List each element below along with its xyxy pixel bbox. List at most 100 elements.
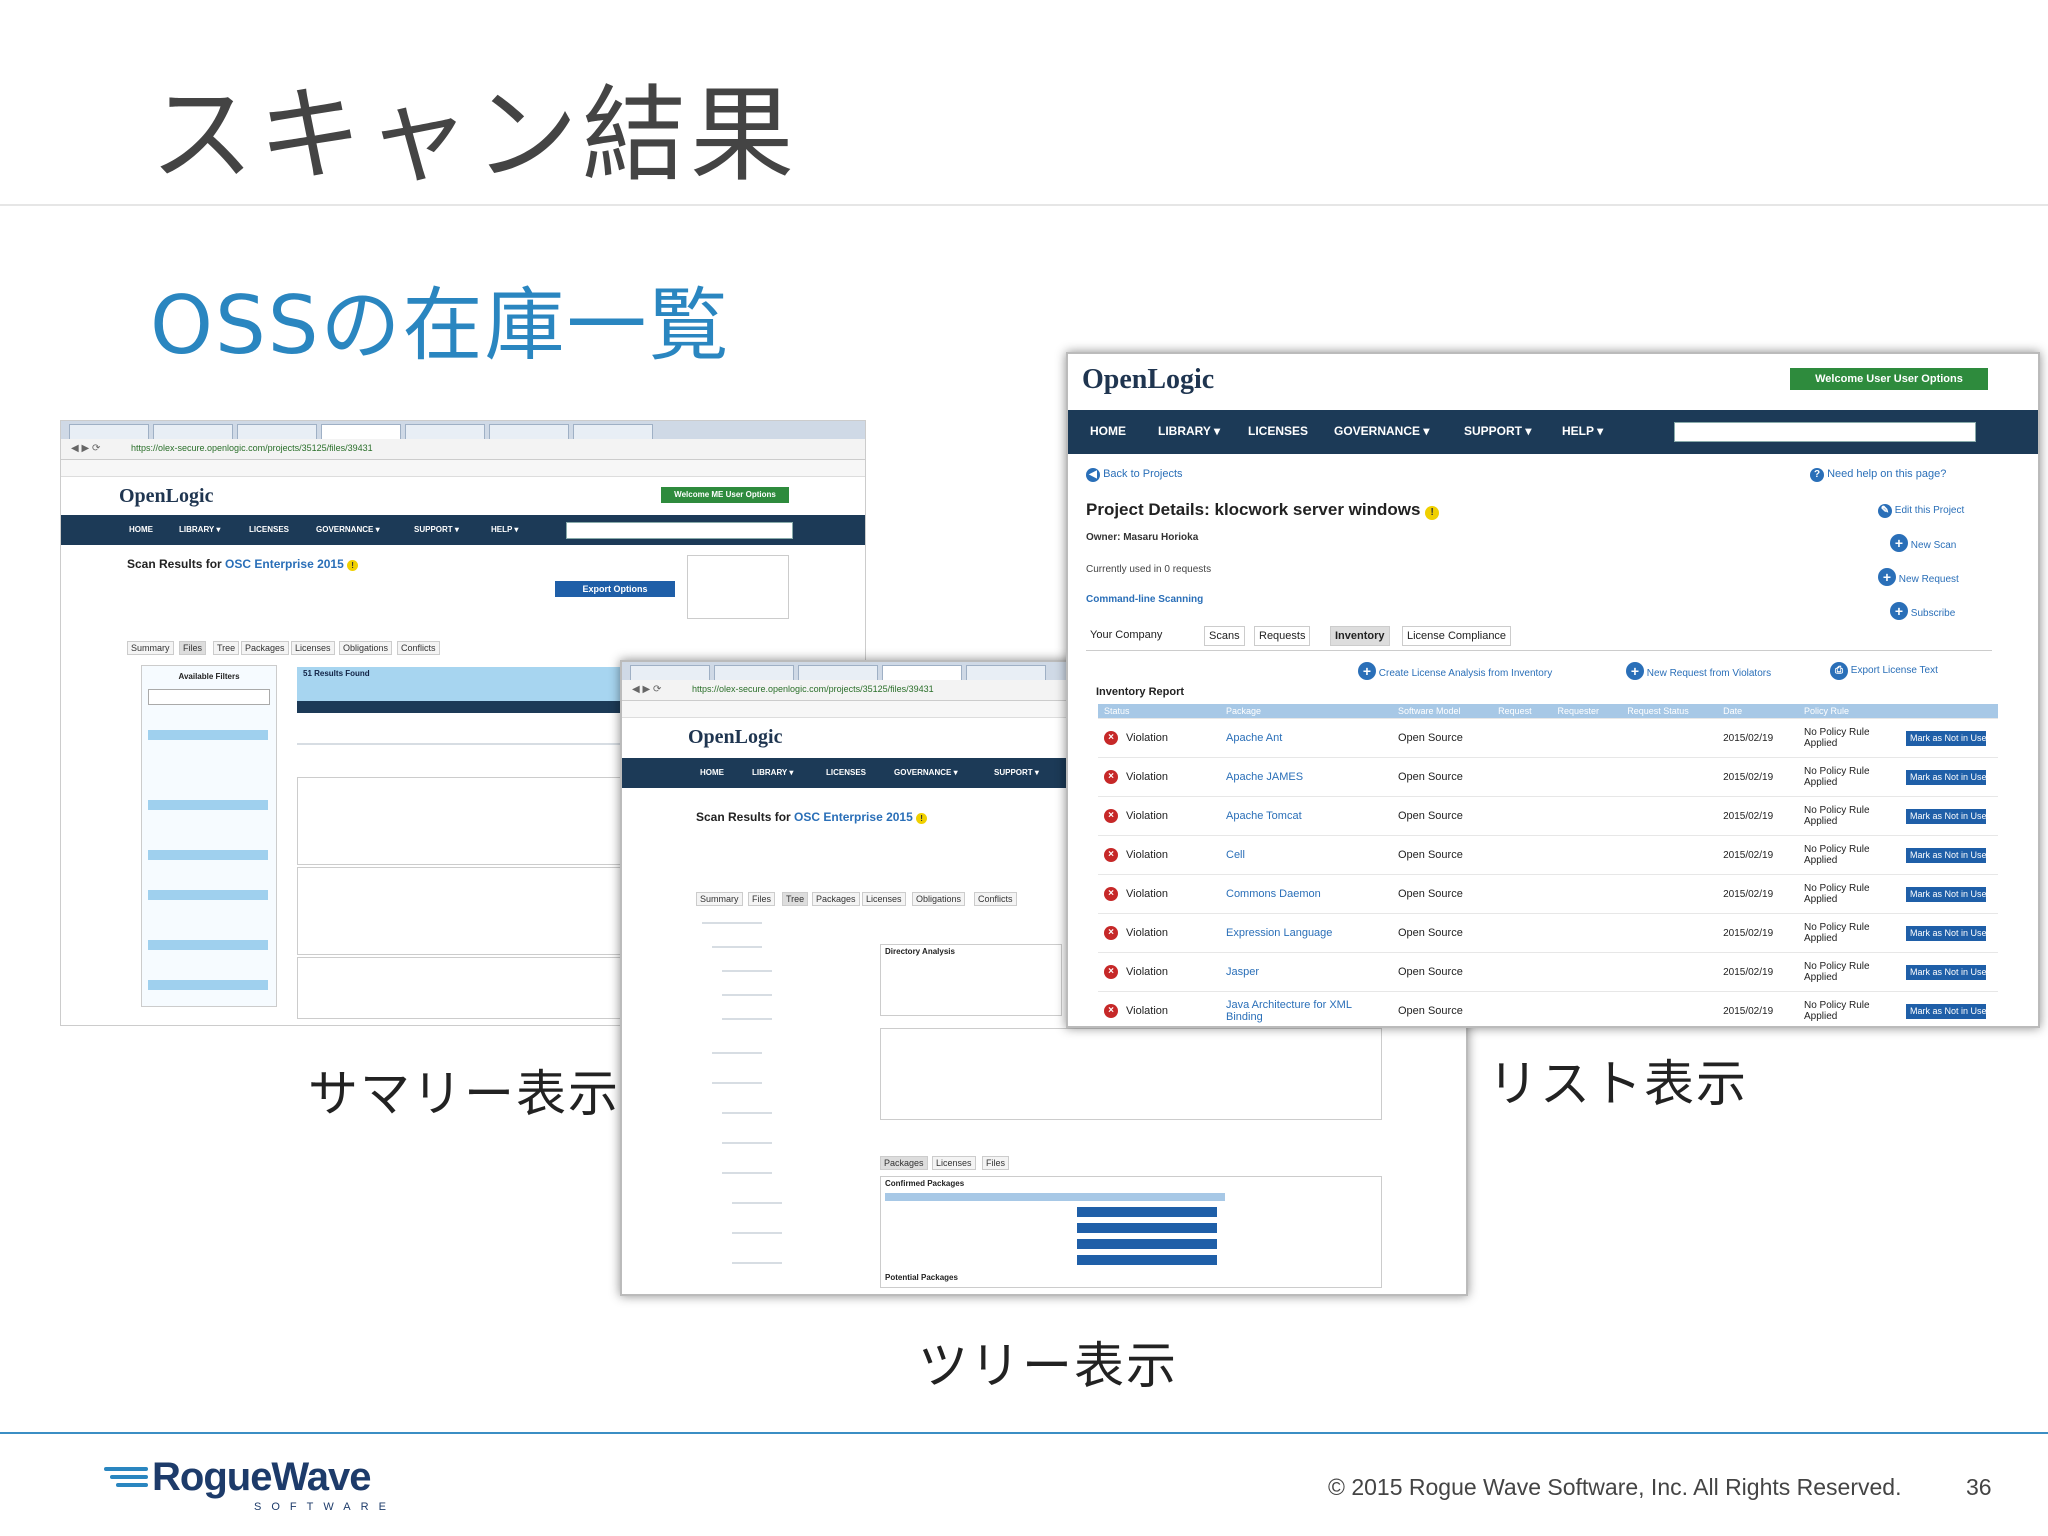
export-options-button[interactable]: Export Options [555,581,675,597]
table-row: × Violation Java Architecture for XML Bind… [1098,991,1998,1026]
new-request-from-violators-button[interactable]: + New Request from Violators [1626,662,1771,680]
tab-conflicts[interactable]: Conflicts [397,641,440,655]
tab-tree[interactable]: Tree [213,641,240,655]
nav-governance[interactable]: GOVERNANCE ▾ [316,525,380,534]
package-cell[interactable]: Apache Ant [1220,718,1392,758]
col-package[interactable]: Package [1220,704,1392,719]
tab-files-sub[interactable]: Files [982,1156,1010,1170]
policy-rule-cell: No Policy Rule Applied [1798,757,1900,797]
create-license-analysis-button[interactable]: + Create License Analysis from Inventory [1358,662,1552,680]
edit-project-button[interactable]: ✎ Edit this Project [1878,504,1964,518]
tab-scans[interactable]: Scans [1204,626,1245,646]
nav-home[interactable]: HOME [700,768,724,777]
tab-inventory[interactable]: Inventory [1330,626,1390,646]
mark-not-in-use-button[interactable]: Mark as Not in Use [1906,769,1987,785]
tab-packages[interactable]: Packages [241,641,289,655]
model-cell: Open Source [1392,874,1493,914]
tab-licenses[interactable]: Licenses [862,892,906,906]
nav-support[interactable]: SUPPORT ▾ [414,525,459,534]
back-to-projects-link[interactable]: ◀ Back to Projects [1086,468,1183,482]
nav-home[interactable]: HOME [129,525,153,534]
subscribe-button[interactable]: + Subscribe [1890,602,1955,620]
nav-help[interactable]: HELP ▾ [1562,424,1603,438]
tab-files[interactable]: Files [748,892,776,906]
nav-licenses[interactable]: LICENSES [826,768,866,777]
policy-rule-cell: No Policy Rule Applied [1798,874,1900,914]
mark-not-in-use-button[interactable]: Mark as Not in Use [1906,730,1987,746]
package-cell[interactable]: Apache JAMES [1220,757,1392,797]
mark-not-in-use-button[interactable]: Mark as Not in Use [1906,925,1987,941]
filters-title: Available Filters [178,672,240,681]
mark-not-in-use-button[interactable]: Mark as Not in Use [1906,886,1987,902]
nav-library[interactable]: LIBRARY ▾ [179,525,220,534]
new-scan-button[interactable]: + New Scan [1890,534,1956,552]
tab-packages-sub[interactable]: Packages [880,1156,928,1170]
tab-obligations[interactable]: Obligations [912,892,966,906]
result-card-1[interactable] [297,777,629,865]
main-nav: HOME LIBRARY ▾ LICENSES GOVERNANCE ▾ SUP… [61,515,865,545]
status-cell: × Violation [1098,835,1220,875]
date-cell: 2015/02/19 [1717,874,1798,914]
nav-library[interactable]: LIBRARY ▾ [1158,424,1220,438]
directory-tree[interactable] [702,922,802,1282]
package-cell[interactable]: Expression Language [1220,913,1392,953]
tab-summary[interactable]: Summary [127,641,174,655]
tab-conflicts[interactable]: Conflicts [974,892,1017,906]
col-request[interactable]: Request [1492,704,1552,719]
violation-icon: × [1104,1004,1118,1018]
tab-tree[interactable]: Tree [782,892,809,906]
caption-list-view: リスト表示 [1488,1055,1748,1113]
mark-not-in-use-button[interactable]: Mark as Not in Use [1906,847,1987,863]
tab-packages[interactable]: Packages [812,892,860,906]
result-card-2[interactable] [297,867,629,955]
package-cell[interactable]: Jasper [1220,952,1392,992]
export-license-text-button[interactable]: ⎙ Export License Text [1830,662,1938,680]
mark-not-in-use-button[interactable]: Mark as Not in Use [1906,808,1987,824]
nav-governance[interactable]: GOVERNANCE ▾ [894,768,958,777]
nav-support[interactable]: SUPPORT ▾ [1464,424,1531,438]
nav-licenses[interactable]: LICENSES [1248,424,1308,438]
nav-governance[interactable]: GOVERNANCE ▾ [1334,424,1429,438]
package-cell[interactable]: Java Architecture for XML Binding [1220,991,1392,1026]
command-line-scanning-link[interactable]: Command-line Scanning [1086,594,1203,605]
col-request-status[interactable]: Request Status [1621,704,1718,719]
tab-requests[interactable]: Requests [1254,626,1311,646]
policy-rule-cell: No Policy Rule Applied [1798,835,1900,875]
col-software-model[interactable]: Software Model [1392,704,1493,719]
col-policy-rule[interactable]: Policy Rule [1798,704,1900,719]
col-date[interactable]: Date [1717,704,1798,719]
policy-rule-cell: No Policy Rule Applied [1798,796,1900,836]
nav-search-input[interactable] [566,522,793,539]
table-row: × Violation Cell Open Source 2015/02/19 No Po… [1098,835,1998,875]
filter-search-input[interactable] [148,689,270,705]
col-status[interactable]: Status [1098,704,1220,719]
mark-not-in-use-button[interactable]: Mark as Not in Use [1906,964,1987,980]
tab-summary[interactable]: Summary [696,892,743,906]
package-cell[interactable]: Apache Tomcat [1220,796,1392,836]
nav-support[interactable]: SUPPORT ▾ [994,768,1039,777]
status-cell: × Violation [1098,913,1220,953]
new-request-button[interactable]: + New Request [1878,568,1959,586]
col-requester[interactable]: Requester [1551,704,1622,719]
tab-license-compliance[interactable]: License Compliance [1402,626,1512,646]
tab-obligations[interactable]: Obligations [339,641,393,655]
nav-help[interactable]: HELP ▾ [491,525,518,534]
tab-licenses-sub[interactable]: Licenses [932,1156,976,1170]
nav-home[interactable]: HOME [1090,424,1126,438]
site-header: OpenLogic Welcome ME User Options [61,477,865,515]
tab-your-company[interactable]: Your Company [1086,626,1166,644]
welcome-button[interactable]: Welcome User User Options [1790,368,1988,390]
result-card-3[interactable] [297,957,629,1019]
nav-licenses[interactable]: LICENSES [249,525,289,534]
tab-licenses[interactable]: Licenses [291,641,335,655]
address-bar[interactable]: ◀ ▶ ⟳ https://olex-secure.openlogic.com/… [61,439,865,460]
package-cell[interactable]: Commons Daemon [1220,874,1392,914]
nav-search-input[interactable] [1674,422,1976,442]
package-cell[interactable]: Cell [1220,835,1392,875]
help-link[interactable]: ? Need help on this page? [1810,468,1946,482]
tab-files[interactable]: Files [179,641,207,655]
welcome-button[interactable]: Welcome ME User Options [661,487,789,503]
nav-library[interactable]: LIBRARY ▾ [752,768,793,777]
slide-subtitle: OSSの在庫一覧 [150,279,731,372]
mark-not-in-use-button[interactable]: Mark as Not in Use [1906,1003,1987,1019]
